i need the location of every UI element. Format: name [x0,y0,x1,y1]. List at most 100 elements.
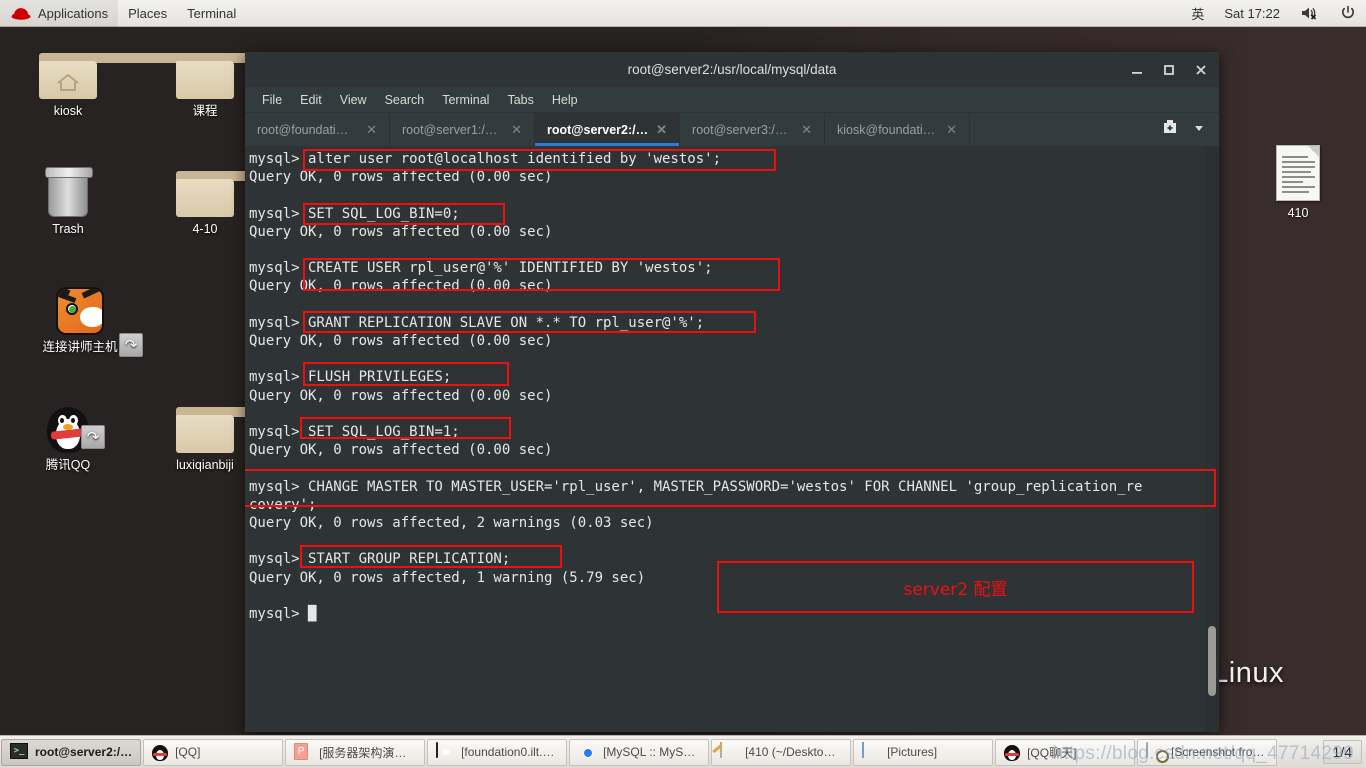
scrollbar-thumb[interactable] [1208,626,1216,696]
places-label: Places [128,5,168,21]
tab-label: root@server2:/… [547,122,649,137]
clock[interactable]: Sat 17:22 [1214,0,1290,27]
tab-label: root@server1:/… [402,122,498,137]
applications-menu[interactable]: Applications [0,0,119,27]
folder-icon [158,159,321,217]
menu-help[interactable]: Help [543,91,587,109]
terminal-tab-server1[interactable]: root@server1:/… ✕ [390,113,535,146]
taskbar-item-qq[interactable]: [QQ] [143,738,284,766]
menu-tabs[interactable]: Tabs [498,91,542,109]
taskbar-item-notes[interactable]: [410 (~/Deskto… [711,738,852,766]
terminal-text: mysql> alter user root@localhost identif… [249,151,1143,623]
taskbar-item-label: [服务器架构演… [319,745,407,760]
minimize-button[interactable] [1129,62,1145,78]
desktop-icon-luxiqianbiji[interactable]: luxiqianbiji [152,395,321,473]
desktop-icon-kecheng[interactable]: 课程 [158,41,321,119]
file-cabinet-icon [862,742,880,761]
chevron-down-icon[interactable] [1193,121,1205,139]
tab-close-icon[interactable]: ✕ [946,123,957,136]
top-panel: Applications Places Terminal 英 Sat 17:22 [0,0,1366,27]
tab-close-icon[interactable]: ✕ [366,123,377,136]
menu-file[interactable]: File [253,91,291,109]
top-panel-right: 英 Sat 17:22 [1181,0,1366,27]
notes-icon [720,742,738,761]
workspace-indicator[interactable]: 1/4 [1322,740,1362,764]
desktop-icon-410-document[interactable]: 410 [1251,143,1345,221]
terminal-icon: >_ [10,743,28,761]
terminal-tab-kiosk[interactable]: kiosk@foundati… ✕ [825,113,971,146]
annotation-label-text: server2 配置 [903,579,1008,600]
applications-label: Applications [38,5,109,21]
tab-label: root@foundati… [257,122,349,137]
desktop-icon-label: 腾讯QQ [45,458,91,472]
maximize-button[interactable] [1161,62,1177,78]
taskbar-item-pictures[interactable]: [Pictures] [853,738,994,766]
taskbar-item-label: [MySQL :: MyS… [603,745,696,759]
terminal-tab-server2[interactable]: root@server2:/… ✕ [535,113,681,146]
window-buttons [1129,52,1209,87]
tab-label: kiosk@foundati… [837,122,936,137]
taskbar-item-label: [QQ聊天] [1027,745,1077,760]
window-title: root@server2:/usr/local/mysql/data [627,62,837,77]
menu-bar: File Edit View Search Terminal Tabs Help [245,87,1219,113]
desktop-icon-4-10[interactable]: 4-10 [158,159,321,237]
taskbar-item-pdf[interactable]: P [服务器架构演… [285,738,426,766]
desktop-icon-label: kiosk [53,104,83,118]
tab-actions [1147,113,1219,146]
document-icon [1251,143,1345,201]
tab-close-icon[interactable]: ✕ [511,123,522,136]
new-tab-icon[interactable] [1161,118,1179,141]
taskbar-item-terminal[interactable]: >_ root@server2:/… [1,738,142,766]
desktop-icon-tencent-qq[interactable]: ↷ 腾讯QQ [21,395,115,473]
shortcut-arrow-icon: ↷ [119,333,143,357]
close-button[interactable] [1193,62,1209,78]
vnc-icon [436,742,454,761]
volume-muted-icon[interactable] [1290,0,1330,27]
annotation-label-server2-config: server2 配置 [717,561,1194,613]
taskbar-item-label: [foundation0.ilt.… [461,745,555,759]
menu-edit[interactable]: Edit [291,91,331,109]
desktop-icon-label: Trash [52,222,84,236]
taskbar-item-screenshot[interactable]: [Screenshot fro… [1137,738,1278,766]
tab-close-icon[interactable]: ✕ [656,123,667,136]
taskbar-item-chrome[interactable]: [MySQL :: MyS… [569,738,710,766]
tab-bar: root@foundati… ✕ root@server1:/… ✕ root@… [245,113,1219,146]
desktop-icon-connect-teacher-host[interactable]: ↷ 连接讲师主机 [21,277,143,357]
redhat-logo-icon [10,5,32,21]
taskbar-item-qq-chat[interactable]: [QQ聊天] [995,738,1136,766]
taskbar-item-label: [Screenshot fro… [1171,745,1265,759]
menu-terminal[interactable]: Terminal [433,91,498,109]
window-titlebar[interactable]: root@server2:/usr/local/mysql/data [245,52,1219,87]
terminal-scrollbar[interactable] [1205,146,1219,732]
penguin-icon [152,743,169,761]
tab-close-icon[interactable]: ✕ [801,123,812,136]
terminal-output-area[interactable]: mysql> alter user root@localhost identif… [245,146,1219,732]
terminal-tab-server3[interactable]: root@server3:/… ✕ [680,113,826,146]
folder-icon [158,41,321,99]
power-icon[interactable] [1330,0,1366,27]
tab-label: root@server3:/… [692,122,788,137]
clock-label: Sat 17:22 [1224,5,1280,21]
menu-search[interactable]: Search [376,91,434,109]
ime-indicator[interactable]: 英 [1181,0,1214,27]
taskbar-item-label: [QQ] [175,745,201,759]
penguin-shortcut-icon: ↷ [21,395,115,453]
desktop-icon-trash[interactable]: Trash [21,159,115,237]
chrome-icon [578,743,596,761]
wallpaper-text: Linux [1212,657,1284,689]
taskbar: >_ root@server2:/… [QQ] P [服务器架构演… [foun… [0,735,1366,768]
terminal-window[interactable]: root@server2:/usr/local/mysql/data File … [245,52,1219,732]
shortcut-arrow-icon: ↷ [81,425,105,449]
places-menu[interactable]: Places [118,0,177,27]
penguin-icon [1004,743,1021,761]
desktop-icon-kiosk[interactable]: kiosk [21,41,184,119]
desktop-icon-label: 410 [1287,206,1309,220]
desktop-icon-label: 课程 [192,104,218,118]
menu-view[interactable]: View [331,91,376,109]
ime-label: 英 [1191,7,1205,23]
taskbar-item-vnc[interactable]: [foundation0.ilt.… [427,738,568,766]
desktop-left-pane [0,27,240,735]
terminal-tab-foundation[interactable]: root@foundati… ✕ [245,113,390,146]
terminal-menu[interactable]: Terminal [177,0,246,27]
screenshot-icon [1146,742,1164,761]
